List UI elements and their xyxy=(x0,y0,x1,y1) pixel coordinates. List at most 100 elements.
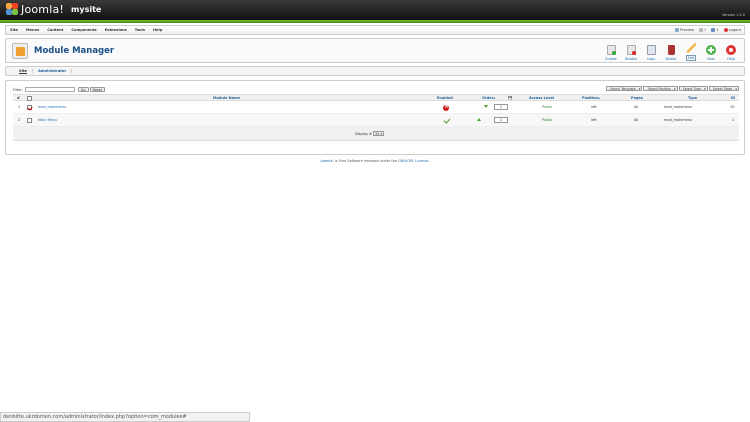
filter-label: Filter: xyxy=(13,87,23,92)
type-select[interactable]: - Select Type - ▾ xyxy=(678,86,708,91)
row-checkbox[interactable] xyxy=(27,105,32,110)
site-name: mysite xyxy=(71,5,102,14)
pencil-icon xyxy=(686,43,696,53)
delete-button[interactable]: Delete xyxy=(662,41,680,61)
plus-icon xyxy=(706,45,716,55)
help-button[interactable]: Help xyxy=(722,41,740,61)
copy-icon xyxy=(646,45,656,55)
user-icon xyxy=(711,28,716,32)
header-pages[interactable]: Pages xyxy=(631,96,643,100)
id-value: 1 xyxy=(732,118,735,122)
position-select[interactable]: - Select Position - ▾ xyxy=(643,86,678,91)
go-button[interactable]: Go xyxy=(77,87,89,92)
main-menu-bar: Site Menus Content Components Extensions… xyxy=(5,25,745,35)
menu-content[interactable]: Content xyxy=(43,28,67,32)
trash-icon xyxy=(667,45,675,55)
pages-value: All xyxy=(634,118,639,122)
header-id[interactable]: ID xyxy=(731,96,735,100)
license-link[interactable]: GNU/GPL License. xyxy=(398,159,429,163)
filter-bar: Filter: Go Reset xyxy=(13,87,105,92)
header-type[interactable]: Type xyxy=(688,96,697,100)
filter-input[interactable] xyxy=(24,87,75,92)
template-select[interactable]: - Select Template - ▾ xyxy=(606,86,643,91)
menu-help[interactable]: Help xyxy=(149,28,166,32)
lifebuoy-icon xyxy=(726,45,736,55)
preview-link[interactable]: Preview xyxy=(675,28,694,32)
state-select[interactable]: - Select State - ▾ xyxy=(708,86,739,91)
position-value: left xyxy=(591,105,597,109)
table-row: 2 Main Menu 2 Public left All mod_mainme… xyxy=(13,114,739,127)
header-order[interactable]: Order▴ xyxy=(482,96,495,100)
new-button[interactable]: New xyxy=(702,41,720,61)
copy-button[interactable]: Copy xyxy=(642,41,660,61)
toolbar-buttons: Enable Disable Copy Delete Edit New Help xyxy=(600,41,740,61)
joomla-logo-icon xyxy=(6,3,18,16)
row-checkbox[interactable] xyxy=(27,118,32,123)
table-header: # Module Name Enabled Order▴ 💾 Access Le… xyxy=(13,94,739,101)
top-header-bar: Joomla! mysite Version 1.5.0 xyxy=(0,0,750,23)
page-footer: Joomla! is Free Software released under … xyxy=(0,159,750,163)
users-indicator[interactable]: 1 xyxy=(711,28,719,32)
menu-tools[interactable]: Tools xyxy=(131,28,149,32)
logout-icon xyxy=(723,28,728,32)
enabled-status-icon[interactable] xyxy=(443,117,450,124)
enable-icon xyxy=(606,45,616,55)
module-list-panel: Filter: Go Reset - Select Template - ▾ -… xyxy=(5,80,745,155)
messages-indicator[interactable]: 0 xyxy=(699,28,706,32)
page-title: Module Manager xyxy=(34,46,115,56)
id-value: 10 xyxy=(730,105,735,109)
joomla-logo: Joomla! mysite xyxy=(6,3,101,16)
menu-components[interactable]: Components xyxy=(67,28,100,32)
menu-site[interactable]: Site xyxy=(6,28,22,32)
toolbar-box: Module Manager Enable Disable Copy Delet… xyxy=(5,38,745,63)
mail-icon xyxy=(699,28,704,32)
access-level[interactable]: Public xyxy=(542,105,552,109)
table-footer: Display # 20 ▾ xyxy=(13,127,739,141)
order-input[interactable]: 2 xyxy=(494,117,508,123)
disable-icon xyxy=(626,45,636,55)
row-number: 1 xyxy=(18,105,21,109)
type-value: mod_mainmenu xyxy=(664,105,693,109)
access-level[interactable]: Public xyxy=(542,118,552,122)
tab-site[interactable]: Site xyxy=(14,69,33,73)
filter-selects: - Select Template - ▾ - Select Position … xyxy=(605,86,739,91)
tab-administrator[interactable]: Administrator xyxy=(33,69,73,73)
submenu-tabs: Site Administrator xyxy=(5,66,745,76)
header-access-level[interactable]: Access Level xyxy=(529,96,554,100)
browser-status-bar: denbitte.ukrdomen.com/administrator/inde… xyxy=(0,412,250,422)
reset-button[interactable]: Reset xyxy=(89,87,105,92)
disable-button[interactable]: Disable xyxy=(622,41,640,61)
header-module-name[interactable]: Module Name xyxy=(213,96,240,100)
module-manager-icon xyxy=(12,43,28,59)
display-limit: Display # 20 ▾ xyxy=(355,131,385,136)
footer-text: is Free Software released under the xyxy=(333,159,399,163)
display-limit-select[interactable]: 20 ▾ xyxy=(372,131,385,136)
logo-text: Joomla! xyxy=(21,3,65,16)
save-order-icon[interactable]: 💾 xyxy=(508,96,512,100)
module-name-link[interactable]: Main Menu xyxy=(38,118,57,122)
pages-value: All xyxy=(634,105,639,109)
header-position[interactable]: Position▴ xyxy=(582,96,600,100)
disabled-status-icon[interactable] xyxy=(443,103,449,111)
type-value: mod_mainmenu xyxy=(664,118,693,122)
menu-menus[interactable]: Menus xyxy=(22,28,43,32)
modules-table: # Module Name Enabled Order▴ 💾 Access Le… xyxy=(13,94,739,141)
module-name-link[interactable]: mod_mainmenu xyxy=(38,105,66,109)
version-label: Version 1.5.0 xyxy=(722,13,745,17)
position-value: left xyxy=(591,118,597,122)
header-divider xyxy=(0,20,750,23)
move-down-arrow-icon[interactable] xyxy=(484,105,488,108)
joomla-link[interactable]: Joomla! xyxy=(321,159,334,163)
order-input[interactable]: 1 xyxy=(494,104,508,110)
display-label: Display # xyxy=(355,131,372,136)
menu-extensions[interactable]: Extensions xyxy=(101,28,131,32)
enable-button[interactable]: Enable xyxy=(602,41,620,61)
header-enabled[interactable]: Enabled xyxy=(437,96,453,100)
logout-link[interactable]: Logout xyxy=(723,28,741,32)
row-number: 2 xyxy=(18,118,21,122)
move-up-arrow-icon[interactable] xyxy=(477,118,481,121)
preview-icon xyxy=(675,28,680,32)
header-number: # xyxy=(17,96,20,100)
table-row: 1 mod_mainmenu 1 Public left All mod_mai… xyxy=(13,101,739,114)
edit-button[interactable]: Edit xyxy=(682,41,700,61)
